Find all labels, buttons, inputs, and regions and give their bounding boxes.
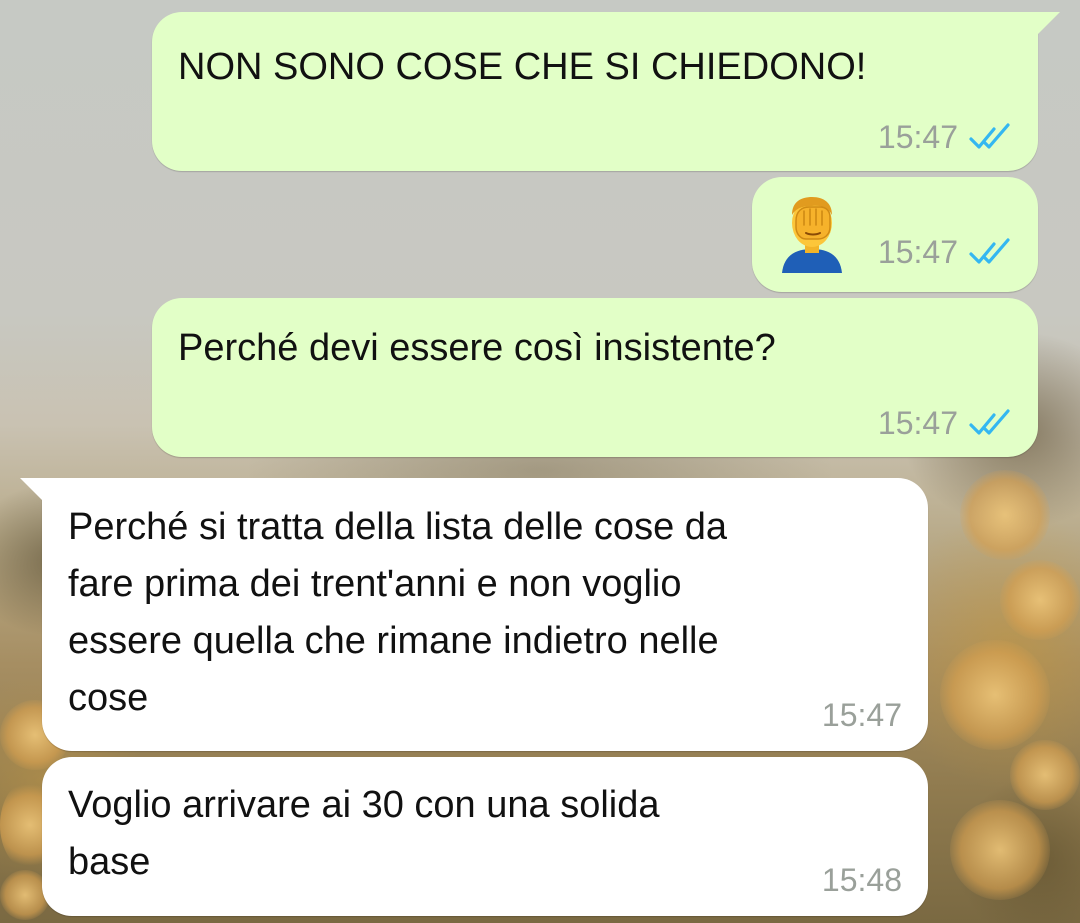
wallpaper-flower: [960, 470, 1050, 560]
message-text: Voglio arrivare ai 30 con una solida bas…: [68, 784, 660, 883]
message-meta: 15:47: [878, 232, 1014, 272]
message-time: 15:48: [821, 862, 902, 898]
message-time: 15:47: [877, 234, 958, 270]
message-text: Perché si tratta della lista delle cose …: [68, 506, 728, 719]
message-time: 15:47: [821, 697, 902, 733]
message-bubble-outgoing[interactable]: Perché devi essere così insistente? 15:4…: [152, 298, 1038, 457]
message-bubble-incoming[interactable]: Voglio arrivare ai 30 con una solida bas…: [42, 757, 928, 916]
message-bubble-incoming[interactable]: Perché si tratta della lista delle cose …: [20, 478, 928, 751]
facepalm-emoji-icon: [782, 197, 842, 273]
message-meta: 15:48: [822, 860, 902, 900]
message-time: 15:47: [877, 119, 958, 155]
message-meta: 15:47: [878, 403, 1014, 443]
wallpaper-flower: [950, 800, 1050, 900]
wallpaper-flower: [1010, 740, 1080, 810]
double-check-icon: [969, 238, 1010, 264]
message-text: Perché devi essere così insistente?: [178, 327, 776, 369]
message-bubble-outgoing[interactable]: NON SONO COSE CHE SI CHIEDONO! 15:47: [152, 12, 1060, 171]
message-text: NON SONO COSE CHE SI CHIEDONO!: [178, 46, 867, 88]
double-check-icon: [969, 123, 1010, 149]
double-check-icon: [969, 409, 1010, 435]
message-bubble-outgoing[interactable]: 15:47: [752, 177, 1038, 292]
message-time: 15:47: [877, 405, 958, 441]
message-meta: 15:47: [822, 695, 902, 735]
wallpaper-flower: [940, 640, 1050, 750]
wallpaper-flower: [1000, 560, 1080, 640]
message-meta: 15:47: [878, 117, 1014, 157]
